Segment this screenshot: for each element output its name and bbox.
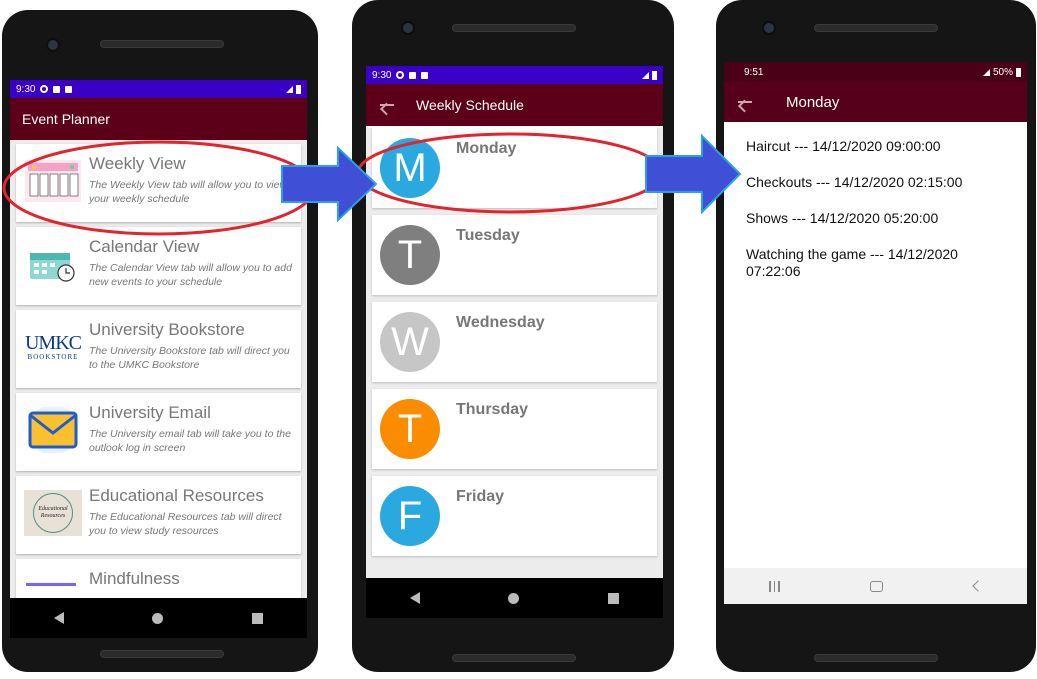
app-bar: Monday: [724, 82, 1027, 122]
shield-status-icon: [53, 85, 61, 93]
signal-icon: [982, 68, 990, 76]
bottom-speaker: [100, 650, 224, 658]
umkc-bookstore-logo: UMKC BOOKSTORE: [24, 332, 82, 361]
educational-resources-icon: Educational Resources: [24, 490, 82, 536]
earpiece-speaker: [100, 40, 224, 48]
day-name: Friday: [456, 488, 505, 505]
nav-home-button[interactable]: [152, 612, 164, 624]
back-arrow-icon[interactable]: [380, 104, 394, 106]
card-title: Mindfulness: [89, 569, 180, 588]
nav-recents-button[interactable]: [251, 612, 263, 624]
status-bar: 9:51 50%: [724, 62, 1027, 82]
nav-home-button[interactable]: [870, 580, 884, 592]
earpiece-speaker: [452, 24, 576, 32]
status-time: 9:30: [16, 83, 36, 95]
event-list: Haircut --- 14/12/2020 09:00:00 Checkout…: [724, 122, 1027, 568]
status-bar: 9:30: [10, 80, 307, 98]
bottom-speaker: [814, 654, 938, 662]
flow-arrow-2: [645, 134, 742, 214]
calendar-clock-icon: [30, 253, 75, 282]
day-name: Thursday: [456, 401, 529, 418]
day-item-thursday[interactable]: T Thursday: [372, 389, 657, 469]
signal-icon: [286, 85, 293, 93]
card-title: Calendar View: [89, 237, 200, 256]
day-avatar: T: [380, 399, 440, 459]
status-bar: 9:30: [366, 66, 663, 84]
back-arrow-icon[interactable]: [738, 101, 752, 103]
card-title: Educational Resources: [89, 486, 264, 505]
shield-status-icon: [409, 71, 417, 79]
phone-weekly-schedule: 9:30 Weekly Schedule M Monday T Tuesday …: [352, 0, 674, 672]
event-item[interactable]: Shows --- 14/12/2020 05:20:00: [746, 210, 1005, 227]
day-item-friday[interactable]: F Friday: [372, 476, 657, 556]
event-item[interactable]: Haircut --- 14/12/2020 09:00:00: [746, 138, 1005, 155]
card-university-email[interactable]: University Email The University email ta…: [16, 393, 301, 471]
day-item-wednesday[interactable]: W Wednesday: [372, 302, 657, 382]
card-description: The Calendar View tab will allow you to …: [89, 262, 292, 288]
flow-arrow-1: [281, 146, 378, 222]
card-description: The Educational Resources tab will direc…: [89, 511, 282, 537]
app-bar: Event Planner: [10, 98, 307, 140]
navigation-bar: [366, 578, 663, 618]
status-time: 9:30: [372, 69, 392, 81]
settings-status-icon: [396, 71, 405, 79]
card-title: University Email: [89, 403, 211, 422]
app-title: Weekly Schedule: [416, 97, 524, 113]
card-description: The University email tab will take you t…: [89, 428, 291, 454]
day-avatar: W: [380, 312, 440, 372]
settings-status-icon: [40, 85, 49, 93]
earpiece-speaker: [814, 24, 938, 32]
day-avatar: T: [380, 225, 440, 285]
battery-percent: 50%: [992, 66, 1013, 78]
day-name: Wednesday: [456, 314, 545, 331]
phone-monday-events: 9:51 50% Monday Haircut --- 14/12/2020 0…: [716, 0, 1036, 672]
event-item[interactable]: Watching the game --- 14/12/2020 07:22:0…: [746, 246, 1005, 280]
app-title: Event Planner: [22, 111, 110, 127]
battery-icon: [296, 84, 301, 94]
signal-icon: [642, 71, 649, 79]
battery-icon: [1016, 67, 1021, 77]
event-item[interactable]: Checkouts --- 14/12/2020 02:15:00: [746, 174, 1005, 191]
sim-status-icon: [421, 71, 429, 79]
nav-recents-button[interactable]: [769, 580, 780, 592]
card-mindfulness[interactable]: Mindfulness: [16, 559, 301, 598]
card-educational-resources[interactable]: Educational Resources Educational Resour…: [16, 476, 301, 554]
card-university-bookstore[interactable]: UMKC BOOKSTORE University Bookstore The …: [16, 310, 301, 388]
day-avatar: F: [380, 486, 440, 546]
envelope-icon: [28, 407, 78, 453]
app-bar: Weekly Schedule: [366, 84, 663, 126]
front-camera: [401, 21, 415, 35]
front-camera: [46, 38, 60, 52]
card-title: University Bookstore: [89, 320, 245, 339]
card-description: The University Bookstore tab will direct…: [89, 345, 290, 371]
phone-event-planner: 9:30 Event Planner Weekly View The Weekl…: [2, 10, 318, 672]
battery-icon: [652, 70, 657, 80]
day-name: Tuesday: [456, 227, 520, 244]
day-item-tuesday[interactable]: T Tuesday: [372, 215, 657, 295]
nav-recents-button[interactable]: [607, 592, 619, 604]
nav-home-button[interactable]: [508, 592, 520, 604]
navigation-bar: [10, 598, 307, 638]
stage: 9:30 Event Planner Weekly View The Weekl…: [0, 0, 1037, 679]
highlight-ellipse-monday: [356, 132, 664, 214]
nav-back-button[interactable]: [54, 612, 65, 624]
sim-status-icon: [65, 85, 73, 93]
screen-monday-events: 9:51 50% Monday Haircut --- 14/12/2020 0…: [724, 62, 1027, 604]
status-time: 9:51: [744, 66, 764, 78]
nav-back-button[interactable]: [972, 580, 984, 592]
bottom-speaker: [452, 654, 576, 662]
highlight-ellipse-weekly-view: [2, 140, 316, 236]
app-title: Monday: [786, 93, 840, 111]
nav-back-button[interactable]: [410, 592, 421, 604]
navigation-bar: [724, 568, 1027, 604]
mindfulness-icon: [24, 573, 82, 598]
front-camera: [762, 21, 776, 35]
